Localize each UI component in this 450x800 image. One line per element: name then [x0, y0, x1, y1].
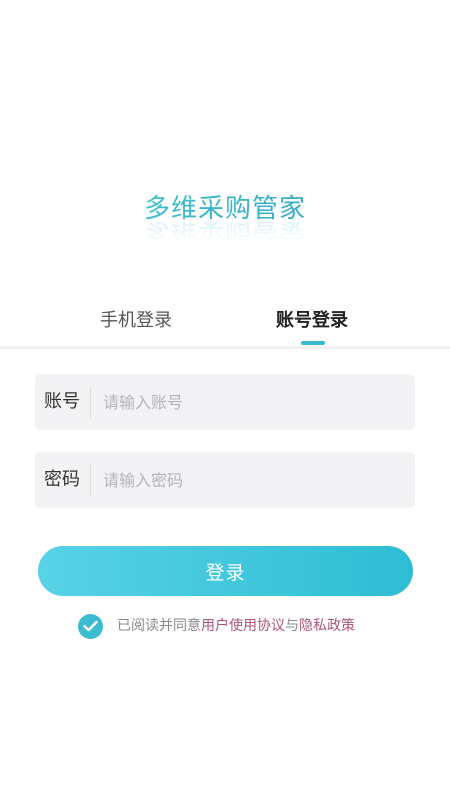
tabs-divider — [0, 346, 450, 349]
app-title-reflection: 多维采购管家 — [143, 222, 306, 242]
user-agreement-link[interactable]: 用户使用协议 — [201, 618, 285, 634]
app-title-block: 多维采购管家 多维采购管家 — [0, 192, 450, 248]
app-title: 多维采购管家 — [143, 194, 306, 224]
password-field: 密码 — [35, 452, 415, 508]
account-field-separator — [90, 386, 91, 418]
privacy-policy-link[interactable]: 隐私政策 — [299, 618, 355, 634]
agreement-text: 已阅读并同意用户使用协议与隐私政策 — [117, 612, 355, 640]
login-tabs: 手机登录 账号登录 — [0, 306, 450, 346]
login-button[interactable]: 登录 — [38, 546, 413, 596]
account-field: 账号 — [35, 374, 415, 430]
tab-account-login[interactable]: 账号登录 — [276, 306, 348, 336]
agreement-conjunction: 与 — [285, 618, 299, 634]
tab-phone-login[interactable]: 手机登录 — [100, 306, 172, 336]
agreement-prefix: 已阅读并同意 — [117, 618, 201, 634]
agreement-row: 已阅读并同意用户使用协议与隐私政策 — [78, 612, 355, 640]
password-input[interactable] — [103, 452, 403, 508]
account-field-label: 账号 — [44, 391, 80, 412]
check-circle-icon[interactable] — [78, 613, 103, 639]
account-input[interactable] — [103, 374, 403, 430]
active-tab-indicator — [301, 341, 325, 345]
password-field-label: 密码 — [44, 469, 80, 490]
password-field-separator — [90, 464, 91, 496]
